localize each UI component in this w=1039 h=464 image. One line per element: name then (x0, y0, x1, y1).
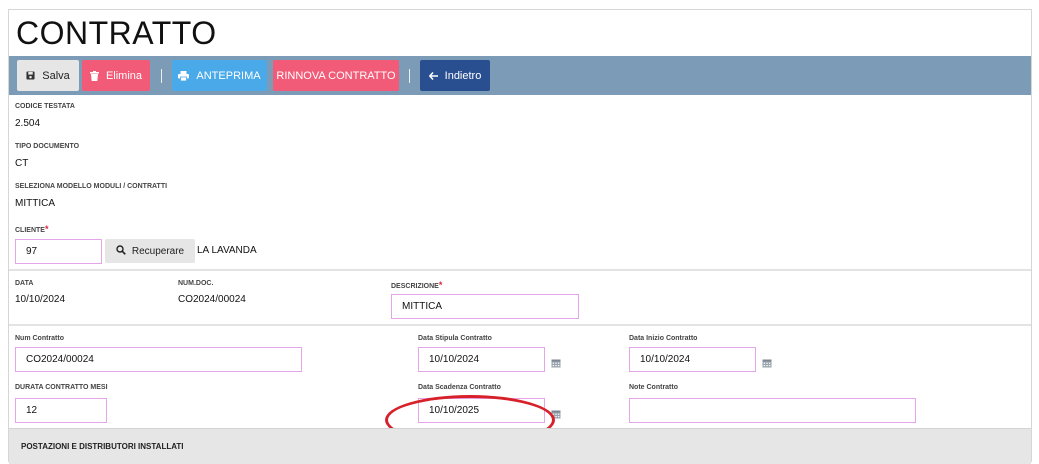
search-icon (116, 244, 126, 258)
back-button[interactable]: Indietro (420, 60, 490, 91)
print-icon (178, 70, 190, 81)
calendar-icon[interactable] (551, 355, 561, 368)
back-button-label: Indietro (444, 69, 482, 82)
data-stipula-label: Data Stipula Contratto (418, 335, 492, 342)
save-icon (26, 71, 35, 80)
save-button[interactable]: Salva (17, 60, 79, 91)
num-contratto-label: Num Contratto (15, 335, 64, 342)
arrow-left-icon (428, 71, 438, 80)
required-mark: * (44, 224, 49, 234)
note-input[interactable] (629, 398, 916, 423)
tipo-documento-value: CT (15, 158, 29, 169)
toolbar-separator (409, 69, 410, 83)
note-label: Note Contratto (629, 384, 678, 391)
codice-testata-label: CODICE TESTATA (15, 103, 75, 110)
recover-client-button[interactable]: Recuperare (105, 239, 195, 263)
num-doc-value: CO2024/00024 (178, 294, 246, 305)
cliente-name: LA LAVANDA (197, 245, 257, 256)
trash-icon (89, 70, 99, 81)
contract-form: CONTRATTO Salva Elimina ANTEPRIMA RINNOV… (8, 9, 1032, 464)
num-doc-label: NUM.DOC. (178, 280, 214, 287)
recover-button-label: Recuperare (131, 245, 185, 257)
codice-testata-value: 2.504 (15, 118, 41, 129)
save-button-label: Salva (42, 69, 70, 82)
modello-label: SELEZIONA MODELLO MODULI / CONTRATTI (15, 183, 168, 190)
durata-label: DURATA CONTRATTO MESI (15, 384, 108, 391)
data-inizio-label: Data Inizio Contratto (629, 335, 698, 342)
calendar-icon[interactable] (551, 406, 561, 419)
descrizione-input[interactable]: MITTICA (391, 294, 579, 319)
cliente-input[interactable]: 97 (15, 239, 102, 264)
renew-contract-button[interactable]: RINNOVA CONTRATTO (273, 60, 399, 91)
preview-button-label: ANTEPRIMA (196, 69, 261, 82)
page-title: CONTRATTO (16, 15, 217, 51)
data-value: 10/10/2024 (15, 294, 66, 305)
delete-button[interactable]: Elimina (82, 60, 150, 91)
cliente-label: CLIENTE* (15, 224, 48, 234)
delete-button-label: Elimina (105, 69, 143, 82)
section-title: POSTAZIONI E DISTRIBUTORI INSTALLATI (21, 442, 184, 451)
section-header[interactable]: POSTAZIONI E DISTRIBUTORI INSTALLATI (9, 428, 1031, 464)
data-label: DATA (15, 280, 34, 287)
section-divider (9, 269, 1031, 271)
toolbar: Salva Elimina ANTEPRIMA RINNOVA CONTRATT… (9, 56, 1031, 95)
descrizione-label: DESCRIZIONE* (391, 280, 442, 290)
data-stipula-input[interactable]: 10/10/2024 (418, 347, 545, 372)
data-scadenza-label: Data Scadenza Contratto (418, 384, 501, 391)
num-contratto-input[interactable]: CO2024/00024 (15, 347, 302, 372)
durata-input[interactable]: 12 (15, 398, 107, 423)
toolbar-separator (161, 69, 162, 83)
preview-button[interactable]: ANTEPRIMA (172, 60, 267, 91)
data-inizio-input[interactable]: 10/10/2024 (629, 347, 756, 372)
calendar-icon[interactable] (762, 355, 772, 368)
descrizione-label-text: DESCRIZIONE (391, 283, 439, 290)
required-mark: * (438, 280, 443, 290)
renew-button-label: RINNOVA CONTRATTO (276, 69, 396, 82)
modello-value: MITTICA (15, 198, 55, 209)
cliente-label-text: CLIENTE (15, 227, 45, 234)
section-divider (9, 324, 1031, 326)
tipo-documento-label: TIPO DOCUMENTO (15, 143, 80, 150)
data-scadenza-input[interactable]: 10/10/2025 (418, 398, 545, 423)
